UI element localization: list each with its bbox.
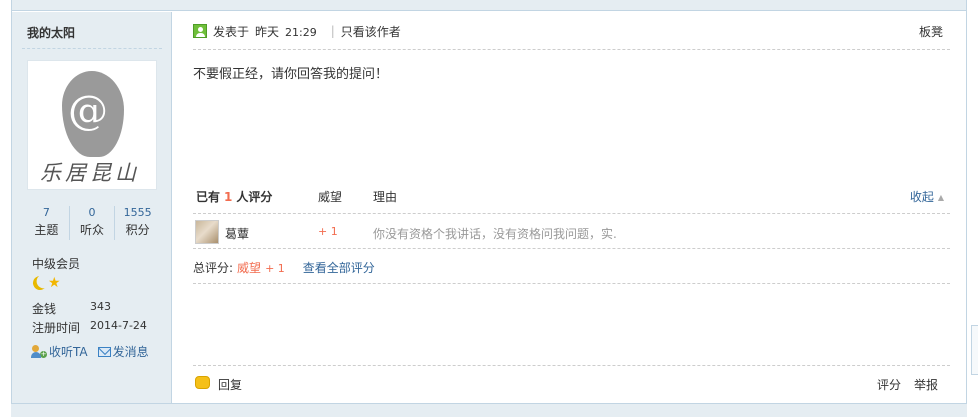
avatar-logo-swirl: @ bbox=[68, 88, 108, 134]
info-register-date: 注册时间 2014-7-24 bbox=[32, 319, 147, 336]
info-value: 2014-7-24 bbox=[90, 319, 147, 332]
rating-divider-line bbox=[193, 213, 950, 214]
posted-prefix: 发表于 bbox=[213, 24, 250, 39]
rater-score: + 1 bbox=[318, 225, 338, 238]
stat-value: 0 bbox=[88, 206, 96, 219]
stat-value: 1555 bbox=[123, 206, 152, 219]
rater-name[interactable]: 葛蕈 bbox=[225, 225, 249, 242]
follow-label: 收听TA bbox=[49, 345, 88, 359]
author-stats: 7 主题 0 听众 1555 积分 bbox=[24, 206, 160, 240]
rating-title-prefix: 已有 bbox=[196, 190, 221, 204]
rating-col-weiwang: 威望 bbox=[318, 190, 343, 204]
post-footer: 回复 评分 举报 bbox=[193, 376, 950, 392]
rating-total-value: 威望 + 1 bbox=[237, 259, 285, 276]
post-body-text: 不要假正经，请你回答我的提问！ bbox=[193, 67, 389, 82]
bottom-border-bar bbox=[11, 403, 967, 417]
moon-icon bbox=[31, 274, 50, 293]
rater-avatar[interactable] bbox=[195, 220, 219, 244]
collapse-ratings-button[interactable]: 收起 ▲ bbox=[910, 188, 944, 205]
rating-total-value-number: + 1 bbox=[265, 262, 285, 275]
user-group[interactable]: 中级会员 bbox=[32, 255, 80, 272]
info-money: 金钱 343 bbox=[32, 300, 111, 317]
triangle-up-icon: ▲ bbox=[937, 193, 944, 202]
rate-button[interactable]: 评分 bbox=[877, 376, 901, 393]
star-icon: ★ bbox=[48, 275, 61, 291]
sidebar-divider bbox=[22, 48, 162, 49]
header-divider-line bbox=[193, 49, 950, 50]
header-divider: | bbox=[330, 24, 335, 38]
mail-icon bbox=[97, 346, 111, 357]
author-sidebar: 我的太阳 @ 乐居昆山 7 主题 0 听众 1555 积分 中级会员 ★ 金钱 … bbox=[12, 12, 172, 403]
stat-label: 听众 bbox=[80, 223, 105, 237]
rater-reason: 你没有资格个我讲话，没有资格问我问题，实. bbox=[373, 227, 617, 241]
author-actions: + 收听TA 发消息 bbox=[31, 343, 149, 360]
rating-count: 1 bbox=[224, 190, 233, 204]
floor-label[interactable]: 板凳 bbox=[919, 23, 943, 40]
side-scroll-handle[interactable] bbox=[971, 325, 978, 375]
posted-clock: 21:29 bbox=[285, 25, 317, 39]
rating-title: 已有 1 人评分 bbox=[196, 188, 272, 205]
rating-total-label: 总评分: bbox=[193, 261, 234, 275]
stat-points[interactable]: 1555 积分 bbox=[115, 206, 160, 240]
avatar-logo-text: 乐居昆山 bbox=[40, 161, 140, 185]
send-message-button[interactable]: 发消息 bbox=[97, 343, 149, 360]
posted-day: 昨天 bbox=[255, 24, 280, 39]
rating-col-reason: 理由 bbox=[373, 190, 398, 204]
avatar[interactable]: @ 乐居昆山 bbox=[27, 60, 157, 190]
reply-icon[interactable] bbox=[195, 376, 210, 389]
rating-divider-line bbox=[193, 283, 950, 284]
stat-value: 7 bbox=[42, 206, 50, 219]
report-button[interactable]: 举报 bbox=[914, 376, 938, 393]
rank-badges: ★ bbox=[33, 276, 61, 290]
message-label: 发消息 bbox=[112, 345, 149, 359]
post-content: 发表于 昨天 21:29 | 只看该作者 板凳 不要假正经，请你回答我的提问！ 已… bbox=[193, 12, 950, 403]
rating-row: 葛蕈 + 1 你没有资格个我讲话，没有资格问我问题，实. bbox=[193, 220, 950, 244]
stat-label: 主题 bbox=[34, 223, 59, 237]
online-user-icon bbox=[193, 24, 207, 38]
collapse-label: 收起 bbox=[909, 190, 934, 204]
info-value: 343 bbox=[90, 300, 111, 313]
footer-divider-line bbox=[193, 365, 950, 366]
rating-total: 总评分: 威望 + 1 查看全部评分 bbox=[193, 259, 375, 276]
rating-divider-line bbox=[193, 248, 950, 249]
rating-header: 已有 1 人评分 威望 理由 收起 ▲ bbox=[193, 188, 950, 204]
post-header: 发表于 昨天 21:29 | 只看该作者 板凳 bbox=[193, 23, 950, 39]
reply-button[interactable]: 回复 bbox=[218, 376, 242, 393]
rating-title-suffix: 人评分 bbox=[236, 190, 273, 204]
follow-button[interactable]: + 收听TA bbox=[31, 343, 88, 360]
stat-listeners[interactable]: 0 听众 bbox=[70, 206, 116, 240]
stat-label: 积分 bbox=[125, 223, 150, 237]
posted-time: 昨天 21:29 bbox=[255, 23, 317, 40]
info-label: 注册时间 bbox=[32, 321, 81, 335]
info-label: 金钱 bbox=[32, 302, 57, 316]
stat-topics[interactable]: 7 主题 bbox=[24, 206, 70, 240]
only-author-link[interactable]: 只看该作者 bbox=[341, 23, 401, 40]
view-all-ratings-link[interactable]: 查看全部评分 bbox=[303, 259, 375, 276]
author-name[interactable]: 我的太阳 bbox=[27, 24, 75, 41]
rating-total-value-label: 威望 bbox=[237, 261, 262, 275]
follow-icon: + bbox=[31, 345, 47, 358]
